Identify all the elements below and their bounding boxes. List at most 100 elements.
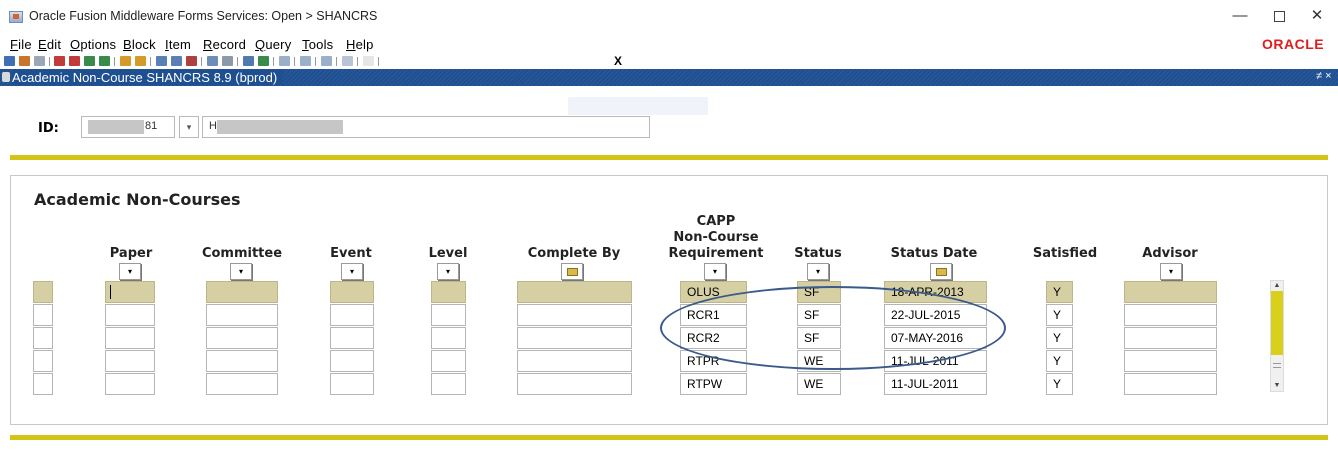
record-indicator[interactable] bbox=[33, 327, 53, 349]
status-date-field[interactable]: 07-MAY-2016 bbox=[884, 327, 987, 349]
menu-help[interactable]: Help bbox=[346, 37, 374, 52]
enter-query-icon[interactable] bbox=[120, 56, 131, 66]
requirement-dropdown-button[interactable]: ▾ bbox=[704, 263, 726, 280]
maximize-button[interactable] bbox=[1264, 6, 1294, 26]
status-date-calendar-button[interactable] bbox=[930, 263, 952, 280]
requirement-field[interactable]: RCR2 bbox=[680, 327, 747, 349]
insert-record-icon[interactable] bbox=[156, 56, 167, 66]
paper-field[interactable] bbox=[105, 281, 155, 303]
print-icon[interactable] bbox=[34, 56, 45, 66]
committee-field[interactable] bbox=[206, 373, 278, 395]
paper-field[interactable] bbox=[105, 373, 155, 395]
level-field[interactable] bbox=[431, 327, 466, 349]
satisfied-field[interactable]: Y bbox=[1046, 304, 1073, 326]
requirement-field[interactable]: OLUS bbox=[680, 281, 747, 303]
remove-record-icon[interactable] bbox=[171, 56, 182, 66]
advisor-field[interactable] bbox=[1124, 281, 1217, 303]
execute-query-icon[interactable] bbox=[135, 56, 146, 66]
menu-block[interactable]: Block bbox=[123, 37, 156, 52]
scroll-up-arrow-icon[interactable]: ▲ bbox=[1271, 281, 1283, 290]
next-record-icon[interactable] bbox=[84, 56, 95, 66]
event-field[interactable] bbox=[330, 281, 374, 303]
committee-dropdown-button[interactable]: ▾ bbox=[230, 263, 252, 280]
complete-by-calendar-button[interactable] bbox=[561, 263, 583, 280]
event-field[interactable] bbox=[330, 327, 374, 349]
bookmark-icon[interactable] bbox=[321, 56, 332, 66]
close-button[interactable]: ✕ bbox=[1302, 6, 1332, 26]
menu-query[interactable]: Query bbox=[255, 37, 291, 52]
menu-edit[interactable]: Edit bbox=[38, 37, 61, 52]
paper-field[interactable] bbox=[105, 327, 155, 349]
event-field[interactable] bbox=[330, 350, 374, 372]
menu-tools[interactable]: Tools bbox=[302, 37, 333, 52]
id-lov-button[interactable]: ▾ bbox=[179, 116, 199, 138]
level-field[interactable] bbox=[431, 373, 466, 395]
exit-icon[interactable]: X bbox=[614, 54, 622, 68]
level-field[interactable] bbox=[431, 281, 466, 303]
complete-by-field[interactable] bbox=[517, 373, 632, 395]
requirement-field[interactable]: RCR1 bbox=[680, 304, 747, 326]
print-form-icon[interactable] bbox=[222, 56, 233, 66]
event-dropdown-button[interactable]: ▾ bbox=[341, 263, 363, 280]
extract-data-icon[interactable] bbox=[243, 56, 254, 66]
record-indicator[interactable] bbox=[33, 373, 53, 395]
satisfied-field[interactable]: Y bbox=[1046, 281, 1073, 303]
committee-field[interactable] bbox=[206, 350, 278, 372]
form-window-controls[interactable]: ≠ × bbox=[1316, 70, 1332, 82]
satisfied-field[interactable]: Y bbox=[1046, 350, 1073, 372]
status-dropdown-button[interactable]: ▾ bbox=[807, 263, 829, 280]
rollback-icon[interactable] bbox=[19, 56, 30, 66]
status-field[interactable]: SF bbox=[797, 281, 841, 303]
record-indicator[interactable] bbox=[33, 281, 53, 303]
advisor-field[interactable] bbox=[1124, 350, 1217, 372]
paper-field[interactable] bbox=[105, 350, 155, 372]
block-help-icon[interactable] bbox=[279, 56, 290, 66]
advisor-field[interactable] bbox=[1124, 304, 1217, 326]
related-icon[interactable] bbox=[258, 56, 269, 66]
requirement-field[interactable]: RTPR bbox=[680, 350, 747, 372]
status-date-field[interactable]: 18-APR-2013 bbox=[884, 281, 987, 303]
committee-field[interactable] bbox=[206, 304, 278, 326]
satisfied-field[interactable]: Y bbox=[1046, 327, 1073, 349]
advisor-dropdown-button[interactable]: ▾ bbox=[1160, 263, 1182, 280]
menu-file[interactable]: File bbox=[10, 37, 32, 52]
minimize-button[interactable]: — bbox=[1225, 6, 1255, 26]
satisfied-field[interactable]: Y bbox=[1046, 373, 1073, 395]
complete-by-field[interactable] bbox=[517, 327, 632, 349]
lightbulb-icon[interactable] bbox=[363, 56, 374, 66]
event-field[interactable] bbox=[330, 304, 374, 326]
paper-field[interactable] bbox=[105, 304, 155, 326]
item-help-icon[interactable] bbox=[300, 56, 311, 66]
complete-by-field[interactable] bbox=[517, 304, 632, 326]
clear-record-icon[interactable] bbox=[186, 56, 197, 66]
advisor-field[interactable] bbox=[1124, 373, 1217, 395]
paper-dropdown-button[interactable]: ▾ bbox=[119, 263, 141, 280]
status-date-field[interactable]: 22-JUL-2015 bbox=[884, 304, 987, 326]
menu-options[interactable]: Options bbox=[70, 37, 116, 52]
scrollbar-thumb[interactable] bbox=[1271, 291, 1283, 355]
complete-by-field[interactable] bbox=[517, 350, 632, 372]
status-field[interactable]: WE bbox=[797, 350, 841, 372]
committee-field[interactable] bbox=[206, 327, 278, 349]
options-icon[interactable] bbox=[207, 56, 218, 66]
record-indicator[interactable] bbox=[33, 304, 53, 326]
level-field[interactable] bbox=[431, 350, 466, 372]
scroll-down-arrow-icon[interactable]: ▼ bbox=[1271, 381, 1283, 391]
requirement-field[interactable]: RTPW bbox=[680, 373, 747, 395]
next-block-icon[interactable] bbox=[99, 56, 110, 66]
help-icon[interactable] bbox=[342, 56, 353, 66]
previous-record-icon[interactable] bbox=[69, 56, 80, 66]
complete-by-field[interactable] bbox=[517, 281, 632, 303]
menu-record[interactable]: Record bbox=[203, 37, 246, 52]
status-date-field[interactable]: 11-JUL-2011 bbox=[884, 373, 987, 395]
level-field[interactable] bbox=[431, 304, 466, 326]
id-field[interactable]: 81 bbox=[81, 116, 175, 138]
status-field[interactable]: SF bbox=[797, 327, 841, 349]
advisor-field[interactable] bbox=[1124, 327, 1217, 349]
previous-block-icon[interactable] bbox=[54, 56, 65, 66]
status-field[interactable]: WE bbox=[797, 373, 841, 395]
committee-field[interactable] bbox=[206, 281, 278, 303]
record-indicator[interactable] bbox=[33, 350, 53, 372]
save-icon[interactable] bbox=[4, 56, 15, 66]
menu-item[interactable]: Item bbox=[165, 37, 191, 52]
